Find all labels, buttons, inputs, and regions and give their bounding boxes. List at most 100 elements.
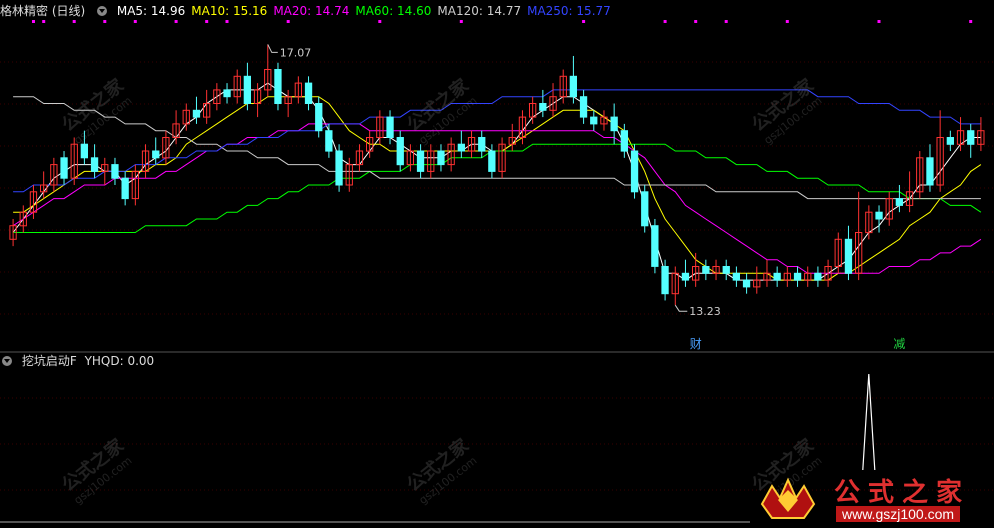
ma-legend: MA5: 14.96 MA10: 15.16 MA20: 14.74 MA60: 14… (117, 4, 617, 18)
candle (875, 205, 883, 233)
indicator-title: 挖坑启动F (21, 354, 77, 368)
candle-body (967, 130, 975, 145)
annotation-label: 减 (893, 337, 905, 351)
candle (671, 266, 679, 306)
candle (478, 130, 486, 158)
candle (19, 205, 27, 233)
signal-marker (174, 20, 178, 23)
signal-marker (72, 20, 76, 23)
candle-body (274, 69, 282, 104)
stock-name: 格林精密 (日线) (0, 4, 86, 18)
ma-legend-item: MA250: 15.77 (527, 4, 611, 18)
candle-body (793, 272, 802, 281)
ma-legend-item: MA60: 14.60 (355, 4, 432, 18)
signal-marker (877, 20, 881, 23)
collapse-icon[interactable] (97, 6, 108, 16)
candle (977, 117, 985, 152)
candle (304, 76, 313, 111)
candle (141, 144, 150, 179)
candle (885, 191, 893, 226)
candle-body (90, 157, 99, 172)
moving-average-lines (12, 82, 982, 281)
signal-marker (103, 20, 107, 23)
candle-body (742, 279, 751, 288)
indicator-header: 挖坑启动F YHQD: 0.00 (0, 352, 160, 370)
candle-body (335, 150, 343, 186)
candle-body (223, 89, 231, 98)
candle (722, 259, 730, 281)
ma-legend-item: MA5: 14.96 (116, 4, 186, 18)
candle-body (895, 198, 904, 206)
candle (610, 103, 618, 145)
annotation-label: 财 (690, 337, 702, 351)
candle (192, 96, 201, 124)
candle (243, 62, 251, 111)
candle (967, 123, 975, 158)
candle (641, 185, 649, 233)
candle (294, 76, 303, 104)
candle (844, 225, 853, 281)
candle (549, 83, 557, 118)
logo-badge-icon (760, 477, 816, 519)
candle-body (926, 157, 934, 186)
candle (702, 259, 710, 281)
candle (793, 266, 802, 287)
candle-body (416, 150, 425, 172)
candle (315, 96, 323, 138)
candle (233, 69, 241, 104)
logo-title: 公式之家 (834, 478, 971, 508)
candle-body (386, 116, 394, 138)
candle-body (325, 130, 333, 152)
signal-marker (459, 20, 463, 23)
candle (905, 171, 914, 213)
candle (569, 55, 578, 104)
site-logo: 公式之家 www.gszj100.com (752, 470, 994, 528)
candle (121, 171, 129, 206)
candle-body (304, 82, 313, 104)
candle-body (315, 103, 323, 132)
candle (284, 89, 292, 118)
high-price-label: 17.07 (280, 46, 312, 59)
candle-body (457, 143, 466, 152)
indicator-value: YHQD: 0.00 (84, 354, 155, 368)
candle-body (610, 116, 618, 132)
indicator-spike (862, 373, 876, 471)
stock-chart[interactable]: 17.07 13.23 财 减 (0, 0, 994, 528)
candle (437, 144, 445, 172)
signal-marker (969, 20, 973, 23)
logo-url: www.gszj100.com (836, 506, 961, 522)
signal-marker (133, 20, 137, 23)
candle (763, 259, 771, 287)
signal-marker (663, 20, 667, 23)
candle-body (121, 177, 129, 200)
signal-marker (225, 20, 229, 23)
candle (90, 144, 99, 179)
candle (773, 266, 781, 287)
candle (213, 83, 221, 111)
collapse-icon[interactable] (2, 356, 12, 366)
candle (498, 137, 506, 179)
candle (681, 259, 690, 287)
candle (152, 137, 160, 165)
candle-body (478, 137, 486, 152)
candle-body (569, 75, 578, 98)
candle (355, 144, 364, 172)
candle (865, 205, 873, 240)
candle (172, 110, 180, 145)
candle (783, 266, 792, 287)
candle (447, 137, 455, 172)
candle (804, 266, 812, 287)
candle (926, 144, 934, 192)
candle (590, 110, 598, 131)
candle-body (111, 164, 119, 179)
candle-body (192, 109, 201, 118)
candle (753, 266, 761, 294)
signal-marker (286, 20, 290, 23)
candle-body (620, 130, 629, 152)
candle-body (875, 211, 883, 220)
candle-body (437, 150, 445, 166)
candle (427, 144, 435, 179)
candle (742, 273, 751, 294)
candle-body (396, 137, 404, 166)
candle (70, 137, 78, 185)
